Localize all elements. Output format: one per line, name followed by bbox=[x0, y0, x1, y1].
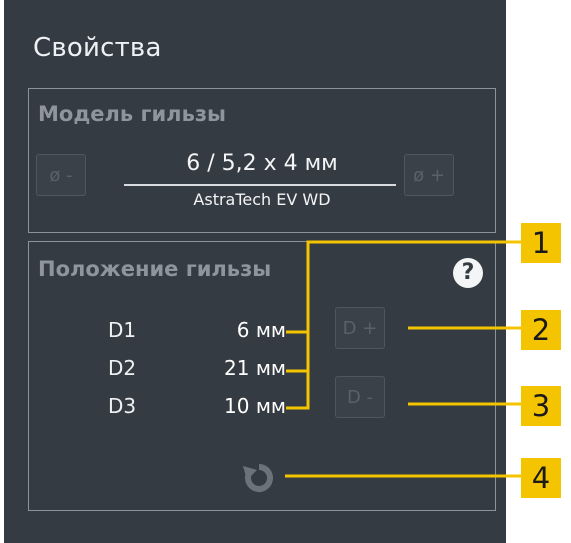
callout-leaders bbox=[285, 240, 521, 478]
leader-line-1 bbox=[286, 240, 521, 334]
callout-2: 2 bbox=[521, 310, 561, 350]
callout-3: 3 bbox=[521, 386, 561, 426]
callout-1: 1 bbox=[521, 223, 561, 263]
callout-4: 4 bbox=[521, 458, 561, 498]
